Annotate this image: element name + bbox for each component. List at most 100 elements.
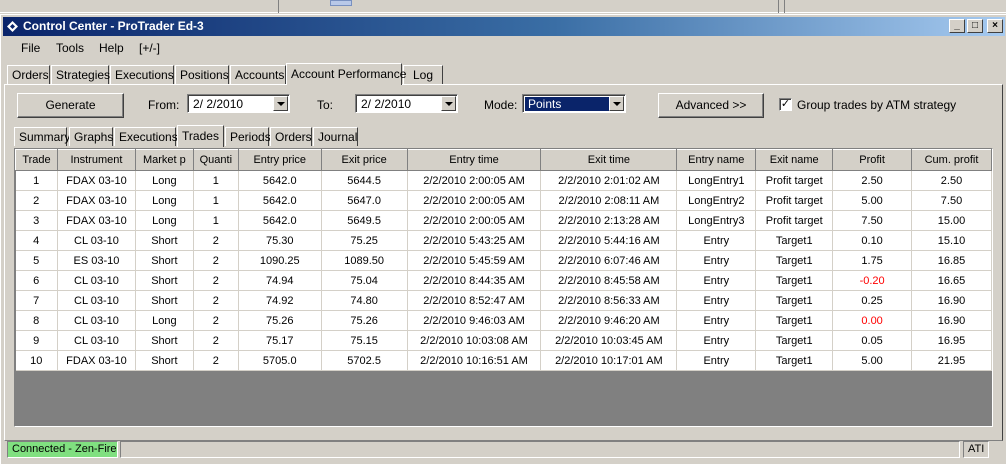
cell-profit: 2.50 [832,170,912,191]
subtab-summary[interactable]: Summary [14,127,70,146]
connection-status: Connected - Zen-Fire [7,441,118,458]
menu-tools[interactable]: Tools [56,41,84,55]
cell-entry-time: 2/2/2010 5:45:59 AM [407,250,542,271]
cell-trade: 4 [15,230,58,251]
group-trades-checkbox[interactable]: ✓ [779,98,792,111]
column-header-quantity[interactable]: Quanti [192,149,239,171]
minimize-button[interactable]: _ [949,19,965,33]
cell-profit: 0.10 [832,230,912,251]
subtab-periods[interactable]: Periods [225,127,271,146]
trades-table: Trade Instrument Market p Quanti Entry p… [15,149,992,371]
cell-instrument: ES 03-10 [57,250,136,271]
table-row[interactable]: 10 FDAX 03-10 Short 2 5705.0 5702.5 2/2/2010 1… [15,350,992,371]
cell-exit-price: 5702.5 [321,350,408,371]
from-date-picker[interactable]: 2/ 2/2010 [187,94,290,113]
tab-account-performance[interactable]: Account Performance [286,63,406,85]
window-title: Control Center - ProTrader Ed-3 [23,19,204,33]
advanced-button[interactable]: Advanced >> [658,93,764,118]
column-header-entry-name[interactable]: Entry name [676,149,757,171]
tab-accounts[interactable]: Accounts [230,65,286,84]
column-header-exit-name[interactable]: Exit name [755,149,834,171]
tab-strategies[interactable]: Strategies [51,65,110,84]
table-row[interactable]: 8 CL 03-10 Long 2 75.26 75.26 2/2/2010 9:46:03… [15,310,992,331]
maximize-button[interactable]: □ [967,19,983,33]
cell-market-position: Short [135,290,194,311]
cell-market-position: Long [135,210,194,231]
cell-exit-time: 2/2/2010 8:56:33 AM [540,290,678,311]
menu-expand-toggle[interactable]: [+/-] [139,41,160,55]
cell-entry-time: 2/2/2010 8:44:35 AM [407,270,542,291]
cell-exit-time: 2/2/2010 9:46:20 AM [540,310,678,331]
tab-executions[interactable]: Executions [110,65,174,84]
app-diamond-icon [7,21,18,32]
chevron-down-icon[interactable] [609,96,624,111]
cell-exit-name: Target1 [755,310,834,331]
cell-entry-name: Entry [676,230,757,251]
menu-file[interactable]: File [21,41,40,55]
cell-entry-name: Entry [676,350,757,371]
table-row[interactable]: 2 FDAX 03-10 Long 1 5642.0 5647.0 2/2/2010 2:0… [15,190,992,211]
column-header-exit-price[interactable]: Exit price [320,149,408,171]
menu-help[interactable]: Help [99,41,124,55]
cell-profit: 7.50 [832,210,912,231]
cell-entry-time: 2/2/2010 9:46:03 AM [407,310,542,331]
table-row[interactable]: 4 CL 03-10 Short 2 75.30 75.25 2/2/2010 5:43:2… [15,230,992,251]
cell-quantity: 2 [193,250,239,271]
chevron-down-icon[interactable] [441,96,456,111]
cell-market-position: Long [135,190,194,211]
title-bar[interactable]: Control Center - ProTrader Ed-3 _ □ × [3,17,1005,36]
cell-instrument: CL 03-10 [57,270,136,291]
column-header-entry-time[interactable]: Entry time [406,149,542,171]
toolbar-separator [784,0,785,13]
cell-entry-time: 2/2/2010 10:16:51 AM [407,350,542,371]
toolbar-button-highlighted[interactable] [330,0,352,6]
table-row[interactable]: 5 ES 03-10 Short 2 1090.25 1089.50 2/2/2010 5:… [15,250,992,271]
cell-entry-price: 75.30 [238,230,322,251]
cell-exit-price: 1089.50 [321,250,408,271]
cell-profit: -0.20 [832,270,912,291]
subtab-graphs[interactable]: Graphs [69,127,113,146]
column-header-cum-profit[interactable]: Cum. profit [911,149,992,171]
to-date-value: 2/ 2/2010 [361,97,412,111]
mode-select[interactable]: Points [522,94,626,113]
trades-table-body: 1 FDAX 03-10 Long 1 5642.0 5644.5 2/2/2010 2:0… [15,170,992,371]
to-label: To: [317,98,334,112]
cell-trade: 2 [15,190,58,211]
table-row[interactable]: 3 FDAX 03-10 Long 1 5642.0 5649.5 2/2/2010 2:0… [15,210,992,231]
tab-positions[interactable]: Positions [175,65,229,84]
subtab-trades[interactable]: Trades [177,125,224,147]
subtab-executions[interactable]: Executions [114,127,178,146]
resize-grip[interactable] [991,441,1003,458]
column-header-instrument[interactable]: Instrument [56,149,136,171]
cell-profit: 5.00 [832,350,912,371]
cell-cum-profit: 15.10 [911,230,992,251]
column-header-profit[interactable]: Profit [832,149,912,171]
cell-exit-name: Target1 [755,230,834,251]
cell-market-position: Short [135,250,194,271]
generate-button[interactable]: Generate [17,93,124,118]
cell-exit-name: Target1 [755,350,834,371]
table-row[interactable]: 9 CL 03-10 Short 2 75.17 75.15 2/2/2010 10:03:… [15,330,992,351]
close-button[interactable]: × [987,19,1003,33]
subtab-orders[interactable]: Orders [270,127,312,146]
tab-log[interactable]: Log [403,65,443,84]
cell-instrument: CL 03-10 [57,290,136,311]
tab-orders[interactable]: Orders [7,65,50,84]
table-row[interactable]: 1 FDAX 03-10 Long 1 5642.0 5644.5 2/2/2010 2:0… [15,170,992,191]
cell-exit-name: Profit target [755,170,834,191]
cell-entry-time: 2/2/2010 10:03:08 AM [407,330,542,351]
chevron-down-icon[interactable] [273,96,288,111]
subtab-journal[interactable]: Journal [313,127,358,146]
column-header-market-position[interactable]: Market p [134,149,194,171]
cell-cum-profit: 16.90 [911,290,992,311]
cell-profit: 5.00 [832,190,912,211]
column-header-exit-time[interactable]: Exit time [540,149,678,171]
table-row[interactable]: 7 CL 03-10 Short 2 74.92 74.80 2/2/2010 8:52:4… [15,290,992,311]
to-date-picker[interactable]: 2/ 2/2010 [355,94,458,113]
column-header-trade[interactable]: Trade [15,149,58,171]
column-header-entry-price[interactable]: Entry price [237,149,322,171]
table-row[interactable]: 6 CL 03-10 Short 2 74.94 75.04 2/2/2010 8:44:3… [15,270,992,291]
cell-entry-price: 5705.0 [238,350,322,371]
cell-cum-profit: 15.00 [911,210,992,231]
cell-trade: 6 [15,270,58,291]
